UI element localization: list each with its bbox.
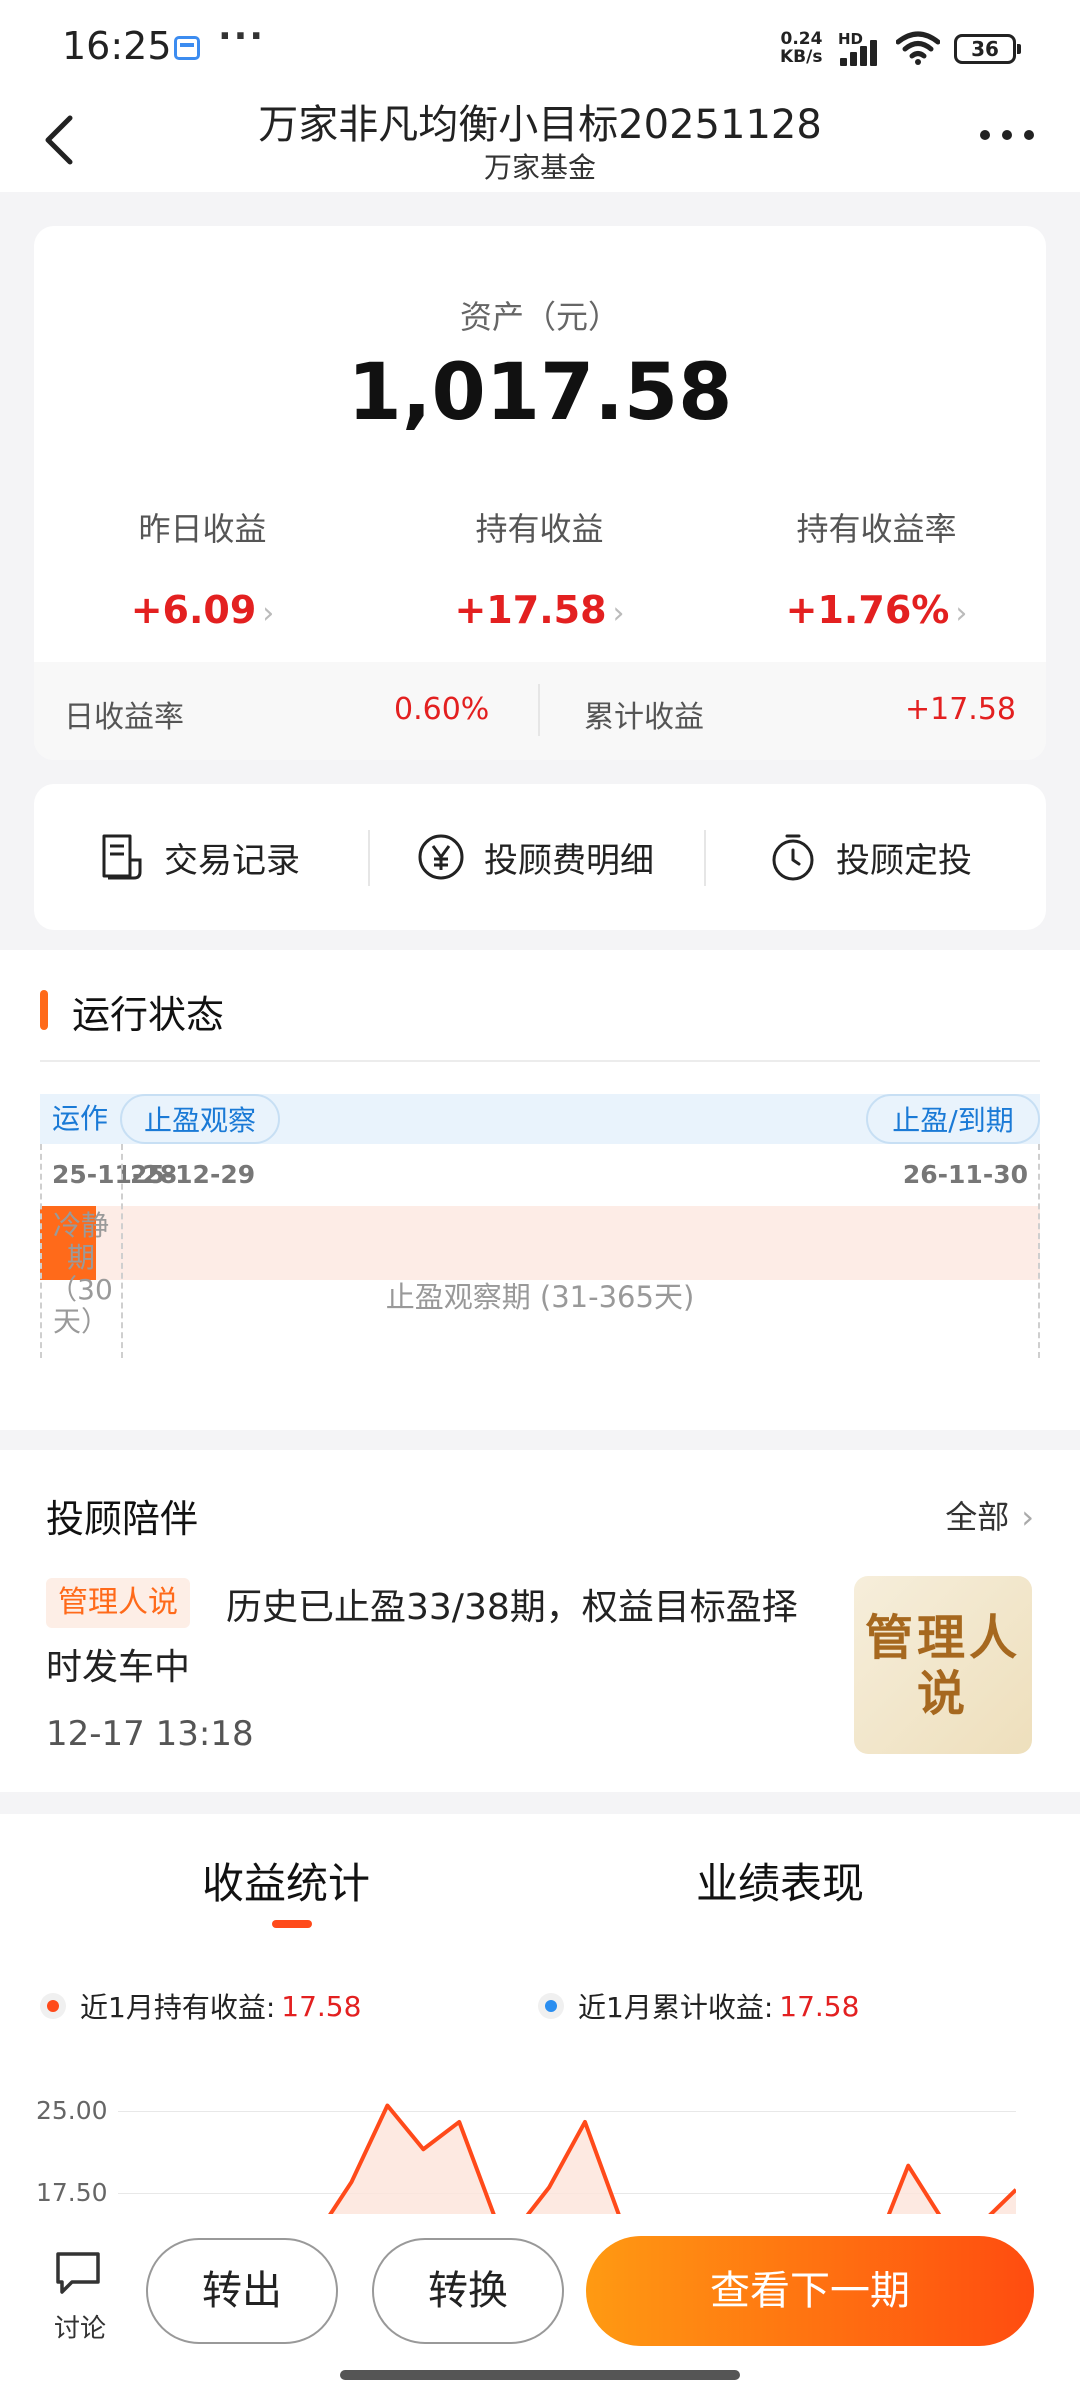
action-label: 投顾费明细 [484, 840, 654, 881]
hd-badge: HD [838, 30, 864, 48]
legend-dot-orange [40, 1993, 66, 2019]
metric-label: 持有收益 [475, 510, 604, 548]
observe-period-band [40, 1206, 1040, 1280]
metric-label: 昨日收益 [138, 510, 267, 548]
run-status-section: 运行状态 运作 止盈观察 止盈/到期 25-11-28 25-12-29 26-… [0, 950, 1080, 1430]
section-accent-bar [40, 990, 48, 1030]
section-title: 投顾陪伴 [46, 1497, 199, 1541]
chevron-right-icon: › [262, 596, 275, 631]
convert-button[interactable]: 转换 [372, 2238, 564, 2344]
manager-says-tag: 管理人说 [46, 1578, 190, 1628]
net-speed-value: 0.24 [780, 29, 823, 49]
asset-value: 1,017.58 [347, 348, 733, 438]
receipt-icon [102, 834, 142, 880]
legend-value: 17.58 [779, 1989, 860, 2023]
view-all-link[interactable]: 全部 › [945, 1492, 1034, 1538]
legend-value: 17.58 [281, 1989, 362, 2023]
home-indicator [340, 2370, 740, 2380]
legend-label: 近1月持有收益: [80, 1991, 276, 2024]
date-end: 26-11-30 [902, 1160, 1028, 1189]
cumulative-value: +17.58 [904, 692, 1016, 727]
net-speed: 0.24 KB/s [780, 30, 822, 66]
section-title: 运行状态 [72, 993, 225, 1037]
timeline-marker [121, 1144, 123, 1358]
timer-icon [772, 834, 814, 881]
net-speed-unit: KB/s [780, 47, 823, 67]
metric-holding-rate[interactable]: 持有收益率 +1.76% › [708, 504, 1045, 632]
daily-rate-label: 日收益率 [64, 700, 184, 735]
asset-label: 资产（元） [459, 298, 620, 336]
transfer-out-button[interactable]: 转出 [146, 2238, 338, 2344]
metric-yesterday[interactable]: 昨日收益 +6.09 › [34, 504, 371, 632]
tab-income-stats[interactable]: 收益统计 [202, 1850, 370, 1911]
active-tab-indicator [272, 1920, 312, 1928]
action-label: 投顾定投 [836, 840, 972, 881]
stage-end: 止盈/到期 [866, 1094, 1040, 1144]
companion-thumbnail[interactable]: 管理人说 [854, 1576, 1032, 1754]
thumbnail-text: 管理人说 [864, 1610, 1021, 1722]
timeline: 运作 止盈观察 止盈/到期 25-11-28 25-12-29 26-11-30… [40, 1094, 1040, 1358]
divider [40, 1060, 1040, 1062]
legend-dot-blue [538, 1993, 564, 2019]
date-observe: 25-12-29 [130, 1160, 256, 1189]
status-time: 16:25 [62, 24, 172, 68]
observe-period-label: 止盈观察期 (31-365天) [385, 1280, 695, 1314]
battery-icon: 36 [954, 34, 1021, 64]
metric-label: 持有收益率 [796, 510, 957, 548]
timeline-marker [40, 1144, 42, 1358]
auto-invest-button[interactable]: 投顾定投 [768, 784, 972, 930]
divider [704, 830, 706, 886]
wifi-icon [896, 31, 940, 65]
yen-icon [418, 834, 464, 880]
y-tick-label: 17.50 [36, 2178, 108, 2207]
chevron-right-icon: › [955, 596, 968, 631]
divider [368, 830, 370, 886]
legend-label: 近1月累计收益: [578, 1991, 774, 2024]
tab-performance[interactable]: 业绩表现 [696, 1850, 864, 1911]
legend-holding: 近1月持有收益: 17.58 [40, 1986, 361, 2026]
daily-rate-value: 0.60% [394, 692, 490, 727]
chevron-right-icon: › [1021, 1498, 1034, 1536]
income-chart [314, 2103, 1016, 2234]
metric-value: +1.76% [785, 588, 950, 632]
divider [538, 684, 540, 736]
metric-value: +17.58 [454, 588, 607, 632]
more-options-icon[interactable] [980, 120, 1040, 150]
stage-running: 运作 [51, 1102, 108, 1135]
timeline-marker [1038, 1144, 1040, 1358]
cumulative-label: 累计收益 [584, 700, 704, 735]
discuss-icon[interactable] [52, 2248, 104, 2298]
view-all-label: 全部 [945, 1498, 1010, 1536]
metric-holding[interactable]: 持有收益 +17.58 › [371, 504, 708, 632]
metric-value: +6.09 [130, 588, 257, 632]
asset-footer: 日收益率 0.60% 累计收益 +17.58 [34, 662, 1046, 760]
advisor-companion-section: 投顾陪伴 全部 › 历史已止盈33/38期，权益目标盈择时发车中 管理人说 12-… [0, 1450, 1080, 1792]
status-bar: 16:25 ··· 0.24 KB/s HD 36 [0, 0, 1080, 92]
notification-app-icon [174, 36, 200, 60]
asset-card: 资产（元） 1,017.58 昨日收益 +6.09 › 持有收益 +17.58 › … [34, 226, 1046, 760]
status-more-icon: ··· [218, 16, 266, 57]
stage-observe: 止盈观察 [120, 1094, 280, 1144]
action-label: 交易记录 [164, 840, 300, 881]
nav-bar: 万家非凡均衡小目标20251128 万家基金 [0, 92, 1080, 192]
trade-records-button[interactable]: 交易记录 [96, 784, 300, 930]
advisory-fee-button[interactable]: 投顾费明细 [416, 784, 654, 930]
legend-cumulative: 近1月累计收益: 17.58 [538, 1986, 859, 2026]
discuss-label[interactable]: 讨论 [40, 2308, 120, 2345]
companion-time: 12-17 13:18 [46, 1714, 254, 1754]
page-subtitle: 万家基金 [483, 151, 596, 184]
next-period-button[interactable]: 查看下一期 [586, 2236, 1034, 2346]
page-title: 万家非凡均衡小目标20251128 [258, 102, 822, 148]
y-tick-label: 25.00 [36, 2096, 108, 2125]
chevron-right-icon: › [612, 596, 625, 631]
action-card: 交易记录 投顾费明细 投顾定投 [34, 784, 1046, 930]
stats-section: 收益统计 业绩表现 近1月持有收益: 17.58 近1月累计收益: 17.58 … [0, 1814, 1080, 2234]
